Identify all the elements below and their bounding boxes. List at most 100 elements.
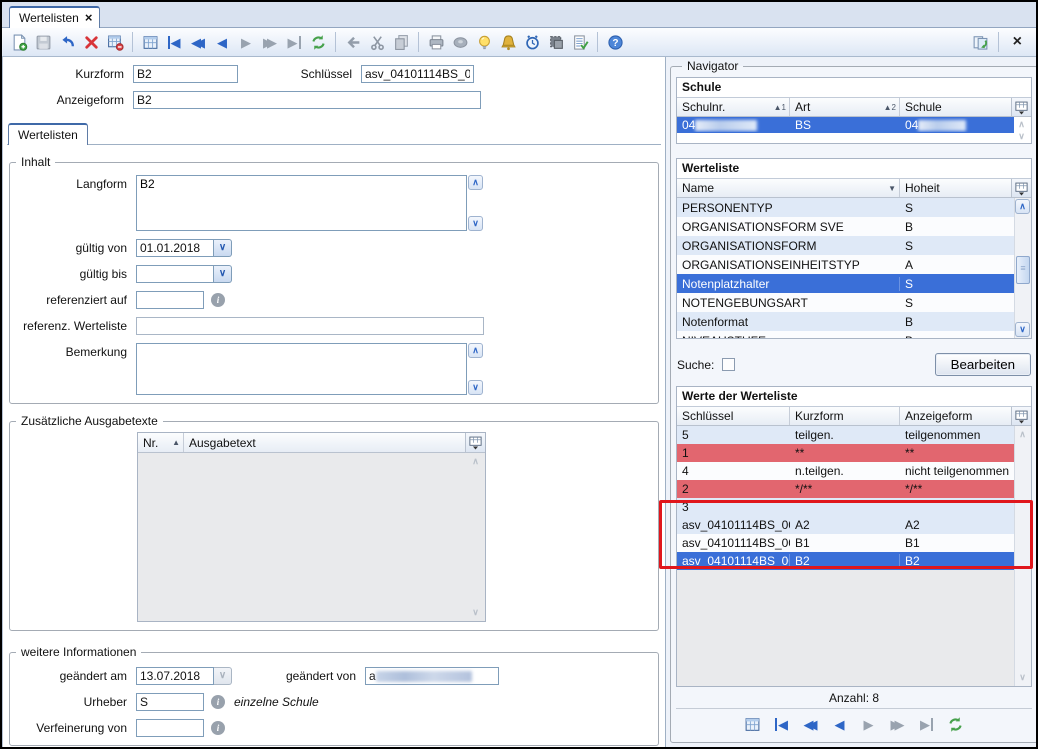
- ausgabetexte-scrollbar[interactable]: ∧ ∨: [468, 453, 485, 621]
- record-nav-toolbar: ◀ ◀◀ ◀ ▶ ▶▶ ▶: [676, 708, 1032, 738]
- werte-row[interactable]: 3: [677, 498, 1014, 516]
- cut-icon[interactable]: [366, 31, 388, 53]
- previous-record-icon[interactable]: ◀: [829, 713, 851, 735]
- werteliste-row[interactable]: ORGANISATIONSFORM SVEB: [677, 217, 1014, 236]
- notification-bell-icon[interactable]: [497, 31, 519, 53]
- next-record-icon[interactable]: ▶: [235, 31, 257, 53]
- schule-row[interactable]: 04 BS 04: [677, 117, 1014, 133]
- first-record-icon[interactable]: ◀: [163, 31, 185, 53]
- werte-row[interactable]: 4n.teilgen.nicht teilgenommen: [677, 462, 1014, 480]
- table-config-icon[interactable]: [465, 433, 485, 452]
- delete-record-icon[interactable]: [80, 31, 102, 53]
- referenziert-auf-input[interactable]: [136, 291, 204, 309]
- refresh-icon[interactable]: [945, 713, 967, 735]
- schluessel-input[interactable]: [361, 65, 474, 83]
- werteliste-row[interactable]: NOTENGEBUNGSARTS: [677, 293, 1014, 312]
- last-record-icon[interactable]: ▶: [916, 713, 938, 735]
- werte-row[interactable]: 2*/***/**: [677, 480, 1014, 498]
- table-config-icon[interactable]: [1011, 98, 1031, 116]
- selection-icon[interactable]: [545, 31, 567, 53]
- referenz-werteliste-input[interactable]: [136, 317, 484, 335]
- gueltig-bis-dropdown-icon[interactable]: ∨: [214, 265, 232, 283]
- werteliste-row-selected[interactable]: NotenplatzhalterS: [677, 274, 1014, 293]
- werteliste-row[interactable]: NotenformatB: [677, 312, 1014, 331]
- gueltig-von-dropdown-icon[interactable]: ∨: [214, 239, 232, 257]
- scroll-up-icon[interactable]: ∧: [468, 343, 483, 358]
- geaendert-von-input[interactable]: a: [365, 667, 499, 685]
- protocol-list-icon[interactable]: [569, 31, 591, 53]
- back-arrow-icon[interactable]: [342, 31, 364, 53]
- fast-forward-icon[interactable]: ▶▶: [887, 713, 909, 735]
- fast-forward-icon[interactable]: ▶▶: [259, 31, 281, 53]
- bemerkung-textarea[interactable]: [136, 343, 467, 395]
- last-record-icon[interactable]: ▶: [283, 31, 305, 53]
- records-table-icon[interactable]: [139, 31, 161, 53]
- werteliste-row[interactable]: ORGANISATIONSFORMS: [677, 236, 1014, 255]
- langform-textarea[interactable]: B2: [136, 175, 467, 231]
- scroll-up-icon[interactable]: ∧: [468, 175, 483, 190]
- schule-scrollbar[interactable]: ∧ ∨: [1014, 117, 1031, 143]
- gueltig-von-input[interactable]: [136, 239, 214, 257]
- anzahl-label: Anzahl: 8: [676, 687, 1032, 708]
- werteliste-col-hoheit[interactable]: Hoheit: [900, 179, 1011, 197]
- werte-row[interactable]: asv_04101114BS_00...B1B1: [677, 534, 1014, 552]
- ausgabetexte-col-nr[interactable]: Nr. ▲: [138, 433, 184, 452]
- werteliste-row[interactable]: ORGANISATIONSEINHEITSTYPA: [677, 255, 1014, 274]
- gueltig-bis-input[interactable]: [136, 265, 214, 283]
- undo-icon[interactable]: [56, 31, 78, 53]
- werte-row[interactable]: asv_04101114BS_00...A2A2: [677, 516, 1014, 534]
- werteliste-row[interactable]: PERSONENTYPS: [677, 198, 1014, 217]
- werte-row-selected[interactable]: asv_04101114BS_00...B2B2: [677, 552, 1014, 570]
- new-record-icon[interactable]: [8, 31, 30, 53]
- werte-row[interactable]: 5teilgen.teilgenommen: [677, 426, 1014, 444]
- records-table-icon[interactable]: [742, 713, 764, 735]
- werteliste-row[interactable]: NIVEAUSTUFEB: [677, 331, 1014, 338]
- schule-col-schulnr[interactable]: Schulnr. ▲1: [677, 98, 790, 116]
- table-config-icon[interactable]: [1011, 179, 1031, 197]
- urheber-input[interactable]: [136, 693, 204, 711]
- schule-col-schule[interactable]: Schule: [900, 98, 1011, 116]
- werte-scrollbar[interactable]: ∧ ∨: [1014, 426, 1031, 686]
- scroll-down-icon: ∨: [1015, 670, 1030, 685]
- werte-col-kurzform[interactable]: Kurzform: [790, 407, 900, 425]
- reminder-clock-icon[interactable]: [521, 31, 543, 53]
- fast-backward-icon[interactable]: ◀◀: [187, 31, 209, 53]
- record-disc-icon[interactable]: [449, 31, 471, 53]
- werteliste-col-name[interactable]: Name ▼: [677, 179, 900, 197]
- first-record-icon[interactable]: ◀: [771, 713, 793, 735]
- refresh-icon[interactable]: [307, 31, 329, 53]
- werte-col-anzeigeform[interactable]: Anzeigeform: [900, 407, 1011, 425]
- scroll-down-icon[interactable]: ∨: [468, 216, 483, 231]
- geaendert-von-label: geändert von: [232, 669, 365, 683]
- werte-row[interactable]: 1****: [677, 444, 1014, 462]
- print-icon[interactable]: [425, 31, 447, 53]
- werteliste-scrollbar[interactable]: ∧ ∨: [1014, 198, 1031, 338]
- scroll-down-icon[interactable]: ∨: [468, 380, 483, 395]
- panel-close-icon[interactable]: ×: [1005, 33, 1030, 51]
- bearbeiten-button[interactable]: Bearbeiten: [935, 353, 1031, 376]
- help-icon[interactable]: [604, 31, 626, 53]
- ausgabetexte-col-ausgabetext[interactable]: Ausgabetext: [184, 433, 465, 452]
- previous-record-icon[interactable]: ◀: [211, 31, 233, 53]
- werte-col-schluessel[interactable]: Schlüssel: [677, 407, 790, 425]
- save-icon[interactable]: [32, 31, 54, 53]
- subtab-wertelisten[interactable]: Wertelisten: [8, 123, 88, 145]
- suche-checkbox[interactable]: [722, 358, 735, 371]
- table-config-icon[interactable]: [1011, 407, 1031, 425]
- next-record-icon[interactable]: ▶: [858, 713, 880, 735]
- scrollbar-thumb[interactable]: [1016, 256, 1030, 284]
- scroll-up-icon[interactable]: ∧: [1015, 199, 1030, 214]
- tab-close-icon[interactable]: ×: [85, 13, 93, 23]
- scroll-down-icon[interactable]: ∨: [1015, 322, 1030, 337]
- switch-panel-icon[interactable]: [970, 31, 992, 53]
- geaendert-am-input[interactable]: [136, 667, 214, 685]
- copy-icon[interactable]: [390, 31, 412, 53]
- schule-col-art[interactable]: Art ▲2: [790, 98, 900, 116]
- fast-backward-icon[interactable]: ◀◀: [800, 713, 822, 735]
- hint-bulb-icon[interactable]: [473, 31, 495, 53]
- anzeigeform-input[interactable]: [133, 91, 481, 109]
- discard-record-icon[interactable]: [104, 31, 126, 53]
- verfeinerung-von-input[interactable]: [136, 719, 204, 737]
- kurzform-input[interactable]: [133, 65, 238, 83]
- tab-wertelisten[interactable]: Wertelisten ×: [9, 6, 100, 28]
